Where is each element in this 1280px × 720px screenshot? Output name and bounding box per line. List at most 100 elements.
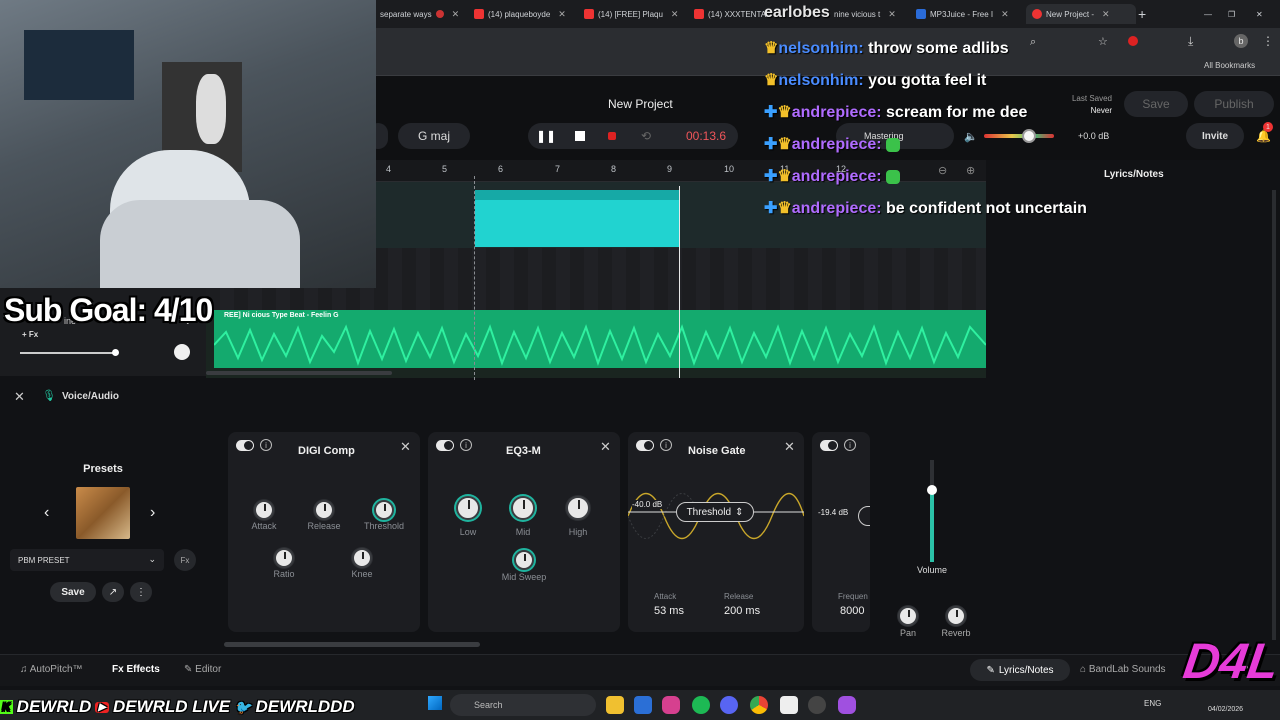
browser-tab[interactable]: separate ways ✕ [380, 4, 460, 24]
threshold-dropdown[interactable]: Threshold ⇕ [676, 502, 754, 522]
app-icon[interactable] [780, 696, 798, 714]
fx-horizontal-scrollbar[interactable] [224, 642, 480, 647]
filter-dropdown[interactable] [858, 506, 870, 526]
chevron-down-icon: ⌄ [148, 554, 156, 564]
preset-save-button[interactable]: Save [50, 582, 96, 602]
discord-icon[interactable] [720, 696, 738, 714]
close-fx-panel-icon[interactable]: ✕ [14, 389, 25, 405]
beat-clip[interactable]: REE] Ni cious Type Beat - Feelin G [214, 310, 986, 368]
record-button[interactable] [598, 124, 626, 148]
all-bookmarks-link[interactable]: All Bookmarks [1204, 61, 1255, 70]
browser-tab[interactable]: (14) XXXTENTA [694, 4, 766, 24]
window-close-icon[interactable]: ✕ [1256, 4, 1270, 24]
restore-icon[interactable]: ❐ [1228, 4, 1242, 24]
remove-effect-icon[interactable]: ✕ [600, 439, 611, 455]
editor-tab[interactable]: ✎ Editor [184, 664, 221, 675]
new-tab-button[interactable]: + [1138, 4, 1152, 24]
info-icon[interactable]: i [844, 439, 856, 451]
high-knob[interactable] [566, 496, 590, 520]
release-knob[interactable] [314, 500, 334, 520]
loop-button[interactable]: ⟲ [632, 124, 660, 148]
effect-enable-toggle[interactable] [236, 440, 254, 451]
effects-tab[interactable]: Fx Effects [112, 664, 160, 675]
share-icon[interactable]: ↗ [102, 582, 124, 602]
effect-enable-toggle[interactable] [820, 440, 838, 451]
attack-value[interactable]: 53 ms [654, 605, 684, 617]
bandlab-sounds-tab[interactable]: ⌂ BandLab Sounds [1080, 664, 1166, 675]
spotify-icon[interactable] [692, 696, 710, 714]
threshold-knob[interactable] [374, 500, 394, 520]
info-icon[interactable]: i [660, 439, 672, 451]
pan-knob[interactable] [898, 606, 918, 626]
taskbar-date[interactable]: 04/02/2026 [1208, 706, 1243, 713]
download-icon[interactable]: ⤓ [1188, 34, 1193, 49]
chrome-icon[interactable] [750, 696, 768, 714]
remove-effect-icon[interactable]: ✕ [400, 439, 411, 455]
remove-effect-icon[interactable]: ✕ [784, 439, 795, 455]
chevron-updown-icon: ⇕ [735, 506, 744, 518]
volume-fader-handle[interactable] [927, 485, 937, 495]
reverb-knob[interactable] [946, 606, 966, 626]
frequency-label: Frequen [838, 592, 868, 601]
effect-enable-toggle[interactable] [636, 440, 654, 451]
track-volume-slider[interactable] [20, 352, 116, 354]
app-icon[interactable] [838, 696, 856, 714]
browser-tab[interactable]: (14) plaqueboyde ✕ [474, 4, 578, 24]
info-icon[interactable]: i [260, 439, 272, 451]
close-tab-icon[interactable]: ✕ [452, 9, 460, 20]
instagram-icon[interactable] [662, 696, 680, 714]
playhead[interactable] [679, 186, 680, 378]
close-tab-icon[interactable]: ✕ [558, 9, 566, 20]
browser-tab[interactable]: (14) [FREE] Plaqu ✕ [584, 4, 688, 24]
bar-number: 9 [667, 164, 673, 174]
lyrics-notes-tab[interactable]: ✎ Lyrics/Notes [970, 659, 1070, 681]
release-value[interactable]: 200 ms [724, 605, 760, 617]
pause-button[interactable]: ❚❚ [532, 124, 560, 148]
track-pan-knob[interactable] [174, 344, 190, 360]
windows-start-icon[interactable] [428, 696, 442, 710]
minimize-icon[interactable]: — [1204, 4, 1218, 24]
twitter-icon: 🐦 [234, 698, 252, 715]
language-indicator[interactable]: ENG [1144, 699, 1161, 708]
file-explorer-icon[interactable] [606, 696, 624, 714]
invite-button[interactable]: Invite [1186, 123, 1244, 149]
autopitch-tab[interactable]: ♫ AutoPitch™ [20, 664, 83, 675]
preset-next-button[interactable]: › [150, 504, 155, 522]
low-knob[interactable] [456, 496, 480, 520]
publish-button[interactable]: Publish [1194, 91, 1274, 117]
record-icon [435, 10, 444, 18]
obs-icon[interactable] [808, 696, 826, 714]
profile-avatar[interactable]: b [1234, 34, 1248, 48]
knob-label: Threshold [363, 521, 405, 531]
vocal-clip[interactable] [475, 190, 679, 247]
taskbar-search[interactable]: Search [450, 694, 596, 716]
track-volume-handle[interactable] [112, 349, 119, 356]
preset-prev-button[interactable]: ‹ [44, 504, 49, 522]
lyrics-scrollbar[interactable] [1272, 190, 1276, 640]
preset-dropdown[interactable]: PBM PRESET ⌄ [10, 549, 164, 571]
mid-sweep-knob[interactable] [514, 550, 534, 570]
fx-bypass-icon[interactable]: Fx [174, 549, 196, 571]
notification-badge: 1 [1263, 122, 1273, 132]
frequency-value[interactable]: 8000 [840, 605, 864, 617]
more-options-icon[interactable]: ⋮ [130, 582, 152, 602]
effect-enable-toggle[interactable] [436, 440, 454, 451]
loop-start-marker[interactable] [474, 176, 475, 380]
filter-db-label: -19.4 dB [818, 508, 849, 517]
add-fx-button[interactable]: + Fx [22, 330, 38, 339]
project-title[interactable]: New Project [608, 97, 673, 111]
stop-button[interactable] [566, 124, 594, 148]
menu-kebab-icon[interactable]: ⋮ [1262, 34, 1274, 48]
mid-knob[interactable] [511, 496, 535, 520]
timeline-horizontal-scrollbar[interactable] [206, 371, 392, 375]
youtube-icon [694, 9, 704, 19]
close-tab-icon[interactable]: ✕ [671, 9, 679, 20]
ratio-knob[interactable] [274, 548, 294, 568]
attack-label: Attack [654, 592, 677, 601]
attack-knob[interactable] [254, 500, 274, 520]
fx-panel-header: ✕ 🎙 Voice/Audio [0, 380, 986, 414]
knee-knob[interactable] [352, 548, 372, 568]
store-icon[interactable] [634, 696, 652, 714]
key-selector[interactable]: G maj [398, 123, 470, 149]
info-icon[interactable]: i [460, 439, 472, 451]
